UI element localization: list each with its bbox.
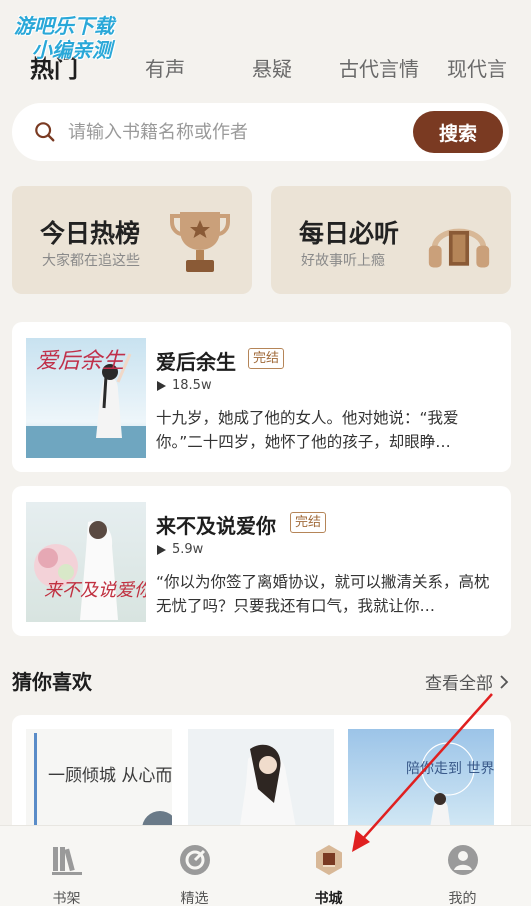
promo-subtitle: 大家都在追这些 bbox=[42, 253, 140, 269]
daily-hot-list-card[interactable]: 今日热榜 大家都在追这些 bbox=[12, 186, 252, 294]
trophy-icon bbox=[170, 212, 230, 272]
watermark: 游吧乐下载 小编亲测 bbox=[14, 14, 114, 62]
book-card[interactable]: 爱后余生 爱后余生 完结 18.5w 十九岁，她成了他的女人。他对她说：“我爱你… bbox=[12, 322, 511, 472]
cover-title: 一顾倾城 从心而安 bbox=[48, 766, 172, 786]
play-count: 5.9w bbox=[156, 542, 203, 557]
bookshelf-icon bbox=[51, 847, 82, 875]
search-button[interactable]: 搜索 bbox=[413, 111, 503, 153]
book-title: 爱后余生 bbox=[156, 350, 236, 374]
book-description: 十九岁，她成了他的女人。他对她说：“我爱你。”二十四岁，她怀了他的孩子，却眼睁… bbox=[156, 409, 459, 451]
see-all-link[interactable]: 查看全部 bbox=[425, 669, 509, 694]
book-title: 来不及说爱你 bbox=[156, 514, 276, 538]
recommended-book-cover[interactable] bbox=[188, 729, 334, 835]
watermark-line2: 小编亲测 bbox=[32, 38, 112, 62]
book-cover-image: 来不及说爱你 bbox=[26, 502, 146, 622]
chevron-right-icon bbox=[500, 674, 509, 689]
promo-subtitle: 好故事听上瘾 bbox=[301, 253, 385, 269]
bottom-navigation: 书架 精选 书城 我的 bbox=[0, 825, 531, 906]
nav-label: 书城 bbox=[314, 891, 343, 906]
search-bar: 搜索 bbox=[12, 103, 509, 161]
status-badge: 完结 bbox=[248, 348, 285, 369]
recommended-book-cover[interactable]: 陪你走到 世界尽头 bbox=[348, 729, 494, 835]
promo-title: 今日热榜 bbox=[40, 219, 141, 248]
nav-profile[interactable]: 我的 bbox=[396, 826, 529, 906]
book-card[interactable]: 来不及说爱你 来不及说爱你 完结 5.9w “你以为你签了离婚协议，就可以撇清关… bbox=[12, 486, 511, 636]
cover-title: 陪你走到 世界尽头 bbox=[406, 761, 494, 777]
book-cover-image: 爱后余生 bbox=[26, 338, 146, 458]
cover-title: 爱后余生 bbox=[36, 349, 126, 374]
book-description: “你以为你签了离婚协议，就可以撇清关系，高枕无忧了吗？只要我还有口气，我就让你… bbox=[156, 573, 490, 615]
headphones-icon bbox=[428, 228, 490, 268]
see-all-label: 查看全部 bbox=[425, 674, 493, 694]
compass-icon bbox=[179, 845, 210, 875]
search-icon bbox=[35, 122, 55, 142]
cover-title: 来不及说爱你 bbox=[44, 580, 146, 601]
play-count-value: 5.9w bbox=[172, 542, 204, 557]
nav-label: 精选 bbox=[180, 891, 209, 906]
section-title: 猜你喜欢 bbox=[12, 670, 92, 694]
search-input[interactable] bbox=[68, 117, 398, 147]
nav-label: 我的 bbox=[448, 891, 477, 906]
play-count: 18.5w bbox=[156, 378, 212, 393]
recommendation-list: 一顾倾城 从心而安 陪你走到 世界尽头 bbox=[12, 715, 511, 835]
play-count-value: 18.5w bbox=[172, 378, 212, 393]
recommended-book-cover[interactable]: 一顾倾城 从心而安 bbox=[26, 729, 172, 835]
daily-must-listen-card[interactable]: 每日必听 好故事听上瘾 bbox=[271, 186, 511, 294]
nav-label: 书架 bbox=[52, 891, 81, 906]
nav-featured[interactable]: 精选 bbox=[128, 826, 261, 906]
tab-suspense[interactable]: 悬疑 bbox=[252, 53, 292, 82]
tab-modern-romance[interactable]: 现代言 bbox=[447, 53, 507, 82]
tab-ancient-romance[interactable]: 古代言情 bbox=[339, 53, 419, 82]
watermark-line1: 游吧乐下载 bbox=[14, 14, 114, 38]
status-badge: 完结 bbox=[290, 512, 327, 533]
nav-bookshelf[interactable]: 书架 bbox=[0, 826, 133, 906]
book-store-icon bbox=[315, 845, 342, 875]
guess-you-like-header: 猜你喜欢 查看全部 bbox=[12, 666, 509, 696]
play-icon bbox=[157, 380, 166, 391]
promo-title: 每日必听 bbox=[299, 219, 400, 248]
profile-icon bbox=[447, 845, 478, 875]
nav-book-store[interactable]: 书城 bbox=[262, 826, 395, 906]
tab-audio[interactable]: 有声 bbox=[145, 53, 185, 82]
play-icon bbox=[157, 544, 166, 555]
